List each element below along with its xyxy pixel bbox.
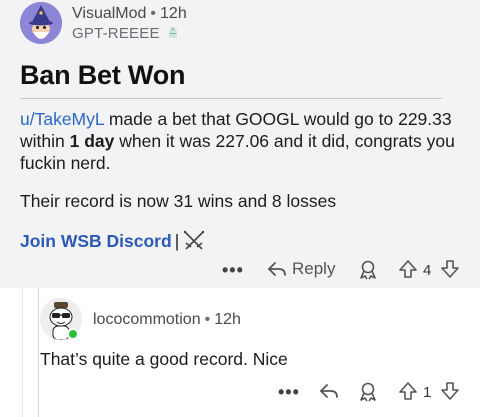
downvote-arrow-icon[interactable] [440,259,460,279]
reply-arrow-icon[interactable] [318,381,340,401]
thread-line-outer [22,288,23,417]
reply-author-line: lococommotion • 12h [93,311,241,329]
thread-line[interactable] [38,288,39,417]
post-title: Ban Bet Won [20,60,186,90]
flair-text: GPT-REEEE [72,25,160,42]
reply-button[interactable]: Reply [266,259,335,279]
post-body-bold: 1 day [69,131,115,151]
discord-link[interactable]: Join WSB Discord [20,231,172,251]
user-flair: GPT-REEEE [72,25,178,42]
record-text: Their record is now 31 wins and 8 losses [20,191,337,211]
award-icon[interactable] [358,382,378,402]
vote-score: 4 [423,262,432,279]
reply-vote-score: 1 [423,384,432,401]
crossed-swords-icon [182,230,206,252]
flair-icon [168,27,178,39]
upvote-arrow-icon[interactable] [398,259,418,279]
post-author-line: VisualMod • 12h [72,5,187,23]
more-options-button[interactable]: ••• [222,260,244,281]
award-icon[interactable] [358,260,378,280]
post-author[interactable]: VisualMod [72,5,146,22]
reply-label: Reply [292,259,336,278]
title-divider [20,98,442,99]
post-body: u/TakeMyL made a bet that GOOGL would go… [20,108,460,174]
wizard-avatar-icon[interactable] [20,2,62,44]
downvote-arrow-icon[interactable] [440,381,460,401]
reply-author[interactable]: lococommotion [93,311,201,328]
separator-dot: • [204,311,211,328]
post-time: 12h [160,5,187,22]
discord-line: Join WSB Discord | [20,230,206,252]
discord-separator: | [174,231,180,251]
online-indicator [67,328,79,340]
reply-arrow-icon [266,259,288,279]
reply-body: That’s quite a good record. Nice [40,349,288,369]
user-link[interactable]: u/TakeMyL [20,109,104,129]
reply-time: 12h [214,311,241,328]
upvote-arrow-icon[interactable] [398,381,418,401]
separator-dot: • [150,5,157,22]
reply-more-options-button[interactable]: ••• [278,382,300,403]
